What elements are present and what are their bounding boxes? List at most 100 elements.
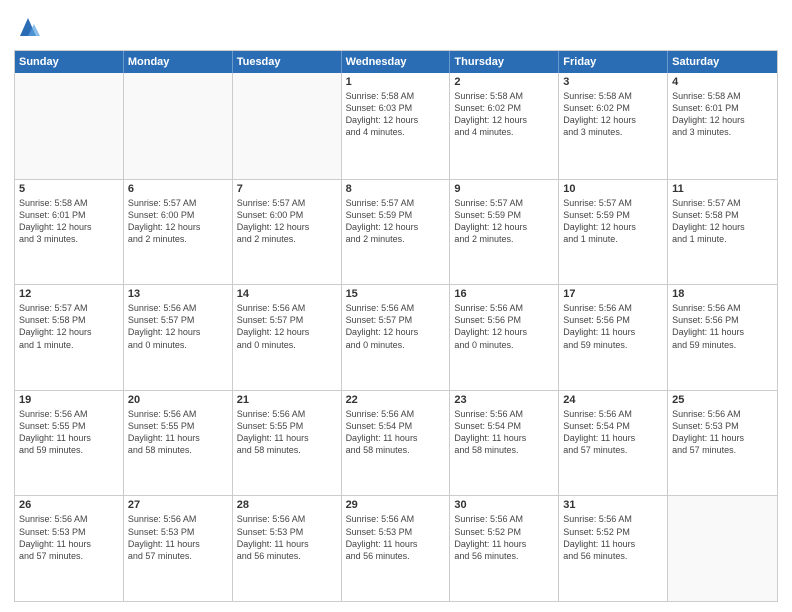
day-info: Sunrise: 5:57 AM Sunset: 6:00 PM Dayligh… — [128, 197, 228, 246]
day-info: Sunrise: 5:56 AM Sunset: 5:53 PM Dayligh… — [672, 408, 773, 457]
day-cell-29: 29Sunrise: 5:56 AM Sunset: 5:53 PM Dayli… — [342, 496, 451, 601]
day-info: Sunrise: 5:57 AM Sunset: 5:58 PM Dayligh… — [19, 302, 119, 351]
header-cell-thursday: Thursday — [450, 51, 559, 73]
day-info: Sunrise: 5:56 AM Sunset: 5:55 PM Dayligh… — [19, 408, 119, 457]
day-cell-7: 7Sunrise: 5:57 AM Sunset: 6:00 PM Daylig… — [233, 180, 342, 285]
day-number: 24 — [563, 394, 663, 406]
day-info: Sunrise: 5:56 AM Sunset: 5:54 PM Dayligh… — [563, 408, 663, 457]
day-number: 13 — [128, 288, 228, 300]
day-cell-12: 12 Sunrise: 5:57 AM Sunset: 5:58 PM Dayli… — [15, 285, 124, 390]
header-cell-tuesday: Tuesday — [233, 51, 342, 73]
header-cell-sunday: Sunday — [15, 51, 124, 73]
empty-cell — [233, 73, 342, 179]
day-cell-13: 13 Sunrise: 5:56 AM Sunset: 5:57 PM Dayli… — [124, 285, 233, 390]
day-info: Sunrise: 5:56 AM Sunset: 5:56 PM Dayligh… — [672, 302, 773, 351]
day-info: Sunrise: 5:56 AM Sunset: 5:53 PM Dayligh… — [19, 513, 119, 562]
day-cell-5: 5Sunrise: 5:58 AM Sunset: 6:01 PM Daylig… — [15, 180, 124, 285]
empty-cell — [668, 496, 777, 601]
logo — [14, 14, 46, 42]
day-cell-10: 10 Sunrise: 5:57 AM Sunset: 5:59 PM Dayli… — [559, 180, 668, 285]
calendar-header: SundayMondayTuesdayWednesdayThursdayFrid… — [15, 51, 777, 73]
day-number: 28 — [237, 499, 337, 511]
day-number: 6 — [128, 183, 228, 195]
day-info: Sunrise: 5:57 AM Sunset: 5:59 PM Dayligh… — [454, 197, 554, 246]
day-cell-14: 14 Sunrise: 5:56 AM Sunset: 5:57 PM Dayli… — [233, 285, 342, 390]
day-cell-24: 24 Sunrise: 5:56 AM Sunset: 5:54 PM Dayli… — [559, 391, 668, 496]
day-cell-20: 20 Sunrise: 5:56 AM Sunset: 5:55 PM Dayli… — [124, 391, 233, 496]
cal-row-1: 1 Sunrise: 5:58 AM Sunset: 6:03 PM Daylig… — [15, 73, 777, 179]
day-info: Sunrise: 5:58 AM Sunset: 6:01 PM Dayligh… — [672, 90, 773, 139]
day-number: 26 — [19, 499, 119, 511]
day-cell-22: 22Sunrise: 5:56 AM Sunset: 5:54 PM Dayli… — [342, 391, 451, 496]
day-info: Sunrise: 5:56 AM Sunset: 5:55 PM Dayligh… — [237, 408, 337, 457]
day-cell-8: 8 Sunrise: 5:57 AM Sunset: 5:59 PM Daylig… — [342, 180, 451, 285]
header-cell-wednesday: Wednesday — [342, 51, 451, 73]
header-cell-monday: Monday — [124, 51, 233, 73]
cal-row-3: 12 Sunrise: 5:57 AM Sunset: 5:58 PM Dayli… — [15, 284, 777, 390]
day-info: Sunrise: 5:56 AM Sunset: 5:52 PM Dayligh… — [563, 513, 663, 562]
day-cell-11: 11 Sunrise: 5:57 AM Sunset: 5:58 PM Dayli… — [668, 180, 777, 285]
day-info: Sunrise: 5:56 AM Sunset: 5:57 PM Dayligh… — [128, 302, 228, 351]
header — [14, 10, 778, 42]
day-info: Sunrise: 5:56 AM Sunset: 5:54 PM Dayligh… — [346, 408, 446, 457]
day-info: Sunrise: 5:56 AM Sunset: 5:56 PM Dayligh… — [563, 302, 663, 351]
day-cell-25: 25 Sunrise: 5:56 AM Sunset: 5:53 PM Dayli… — [668, 391, 777, 496]
day-info: Sunrise: 5:56 AM Sunset: 5:57 PM Dayligh… — [346, 302, 446, 351]
empty-cell — [15, 73, 124, 179]
day-number: 2 — [454, 76, 554, 88]
day-cell-2: 2 Sunrise: 5:58 AM Sunset: 6:02 PM Daylig… — [450, 73, 559, 179]
day-info: Sunrise: 5:57 AM Sunset: 5:59 PM Dayligh… — [346, 197, 446, 246]
day-cell-21: 21 Sunrise: 5:56 AM Sunset: 5:55 PM Dayli… — [233, 391, 342, 496]
header-cell-saturday: Saturday — [668, 51, 777, 73]
day-info: Sunrise: 5:58 AM Sunset: 6:02 PM Dayligh… — [563, 90, 663, 139]
day-info: Sunrise: 5:56 AM Sunset: 5:52 PM Dayligh… — [454, 513, 554, 562]
day-number: 27 — [128, 499, 228, 511]
day-number: 23 — [454, 394, 554, 406]
day-number: 12 — [19, 288, 119, 300]
day-number: 9 — [454, 183, 554, 195]
day-number: 15 — [346, 288, 446, 300]
day-number: 14 — [237, 288, 337, 300]
day-number: 3 — [563, 76, 663, 88]
day-number: 30 — [454, 499, 554, 511]
day-info: Sunrise: 5:56 AM Sunset: 5:53 PM Dayligh… — [128, 513, 228, 562]
empty-cell — [124, 73, 233, 179]
day-number: 25 — [672, 394, 773, 406]
day-number: 10 — [563, 183, 663, 195]
cal-row-5: 26 Sunrise: 5:56 AM Sunset: 5:53 PM Dayli… — [15, 495, 777, 601]
day-cell-30: 30 Sunrise: 5:56 AM Sunset: 5:52 PM Dayli… — [450, 496, 559, 601]
day-info: Sunrise: 5:56 AM Sunset: 5:57 PM Dayligh… — [237, 302, 337, 351]
day-number: 31 — [563, 499, 663, 511]
day-info: Sunrise: 5:57 AM Sunset: 5:58 PM Dayligh… — [672, 197, 773, 246]
header-cell-friday: Friday — [559, 51, 668, 73]
day-number: 17 — [563, 288, 663, 300]
day-cell-4: 4 Sunrise: 5:58 AM Sunset: 6:01 PM Daylig… — [668, 73, 777, 179]
day-cell-3: 3 Sunrise: 5:58 AM Sunset: 6:02 PM Daylig… — [559, 73, 668, 179]
cal-row-2: 5Sunrise: 5:58 AM Sunset: 6:01 PM Daylig… — [15, 179, 777, 285]
day-info: Sunrise: 5:58 AM Sunset: 6:02 PM Dayligh… — [454, 90, 554, 139]
day-number: 7 — [237, 183, 337, 195]
day-cell-26: 26 Sunrise: 5:56 AM Sunset: 5:53 PM Dayli… — [15, 496, 124, 601]
day-number: 4 — [672, 76, 773, 88]
day-info: Sunrise: 5:57 AM Sunset: 5:59 PM Dayligh… — [563, 197, 663, 246]
day-number: 1 — [346, 76, 446, 88]
day-cell-15: 15 Sunrise: 5:56 AM Sunset: 5:57 PM Dayli… — [342, 285, 451, 390]
day-info: Sunrise: 5:56 AM Sunset: 5:53 PM Dayligh… — [237, 513, 337, 562]
day-number: 8 — [346, 183, 446, 195]
day-cell-17: 17 Sunrise: 5:56 AM Sunset: 5:56 PM Dayli… — [559, 285, 668, 390]
day-info: Sunrise: 5:56 AM Sunset: 5:55 PM Dayligh… — [128, 408, 228, 457]
calendar-body: 1 Sunrise: 5:58 AM Sunset: 6:03 PM Daylig… — [15, 73, 777, 601]
day-cell-28: 28 Sunrise: 5:56 AM Sunset: 5:53 PM Dayli… — [233, 496, 342, 601]
logo-icon — [14, 14, 42, 42]
day-cell-19: 19 Sunrise: 5:56 AM Sunset: 5:55 PM Dayli… — [15, 391, 124, 496]
day-number: 20 — [128, 394, 228, 406]
calendar: SundayMondayTuesdayWednesdayThursdayFrid… — [14, 50, 778, 602]
day-number: 11 — [672, 183, 773, 195]
day-cell-31: 31 Sunrise: 5:56 AM Sunset: 5:52 PM Dayli… — [559, 496, 668, 601]
day-number: 21 — [237, 394, 337, 406]
cal-row-4: 19 Sunrise: 5:56 AM Sunset: 5:55 PM Dayli… — [15, 390, 777, 496]
day-number: 19 — [19, 394, 119, 406]
day-number: 16 — [454, 288, 554, 300]
day-info: Sunrise: 5:58 AM Sunset: 6:03 PM Dayligh… — [346, 90, 446, 139]
day-cell-9: 9 Sunrise: 5:57 AM Sunset: 5:59 PM Daylig… — [450, 180, 559, 285]
